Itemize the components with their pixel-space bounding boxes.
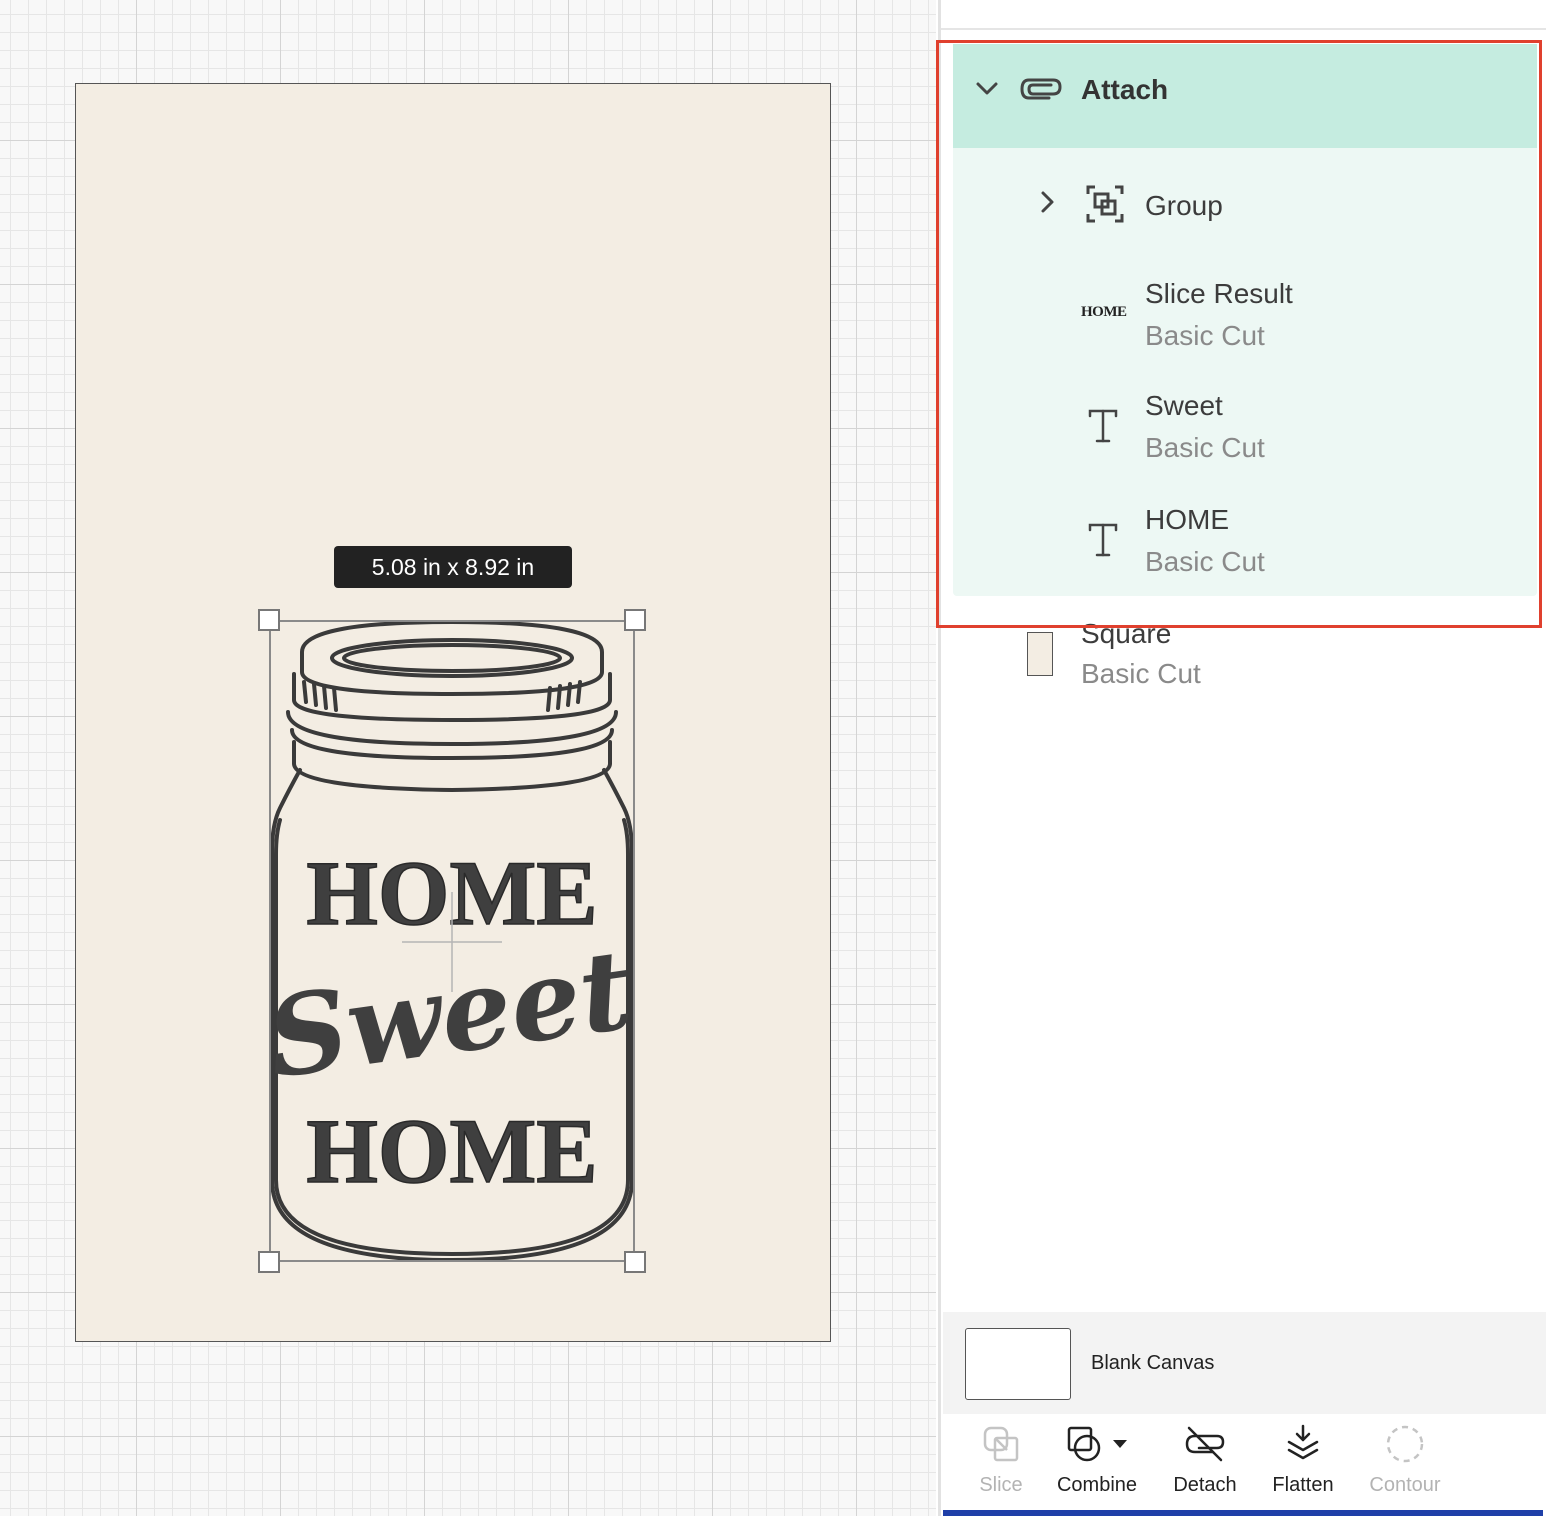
blank-canvas-row[interactable]: Blank Canvas — [943, 1312, 1546, 1414]
attach-icon — [1020, 78, 1062, 100]
contour-label: Contour — [1369, 1474, 1441, 1496]
resize-handle-bottom-left[interactable] — [258, 1251, 280, 1273]
layer-sub-slice-result: Basic Cut — [1145, 320, 1265, 351]
combine-icon — [1067, 1426, 1127, 1462]
layer-label-sweet: Sweet — [1145, 390, 1223, 421]
layer-sub-home: Basic Cut — [1145, 546, 1265, 577]
square-thumbnail — [1027, 632, 1053, 676]
layer-sub-square: Basic Cut — [1081, 658, 1201, 689]
toolbar-accent-bar — [943, 1510, 1543, 1516]
layers-toolbar: Slice Combine Detach Flatten Contour — [943, 1414, 1546, 1516]
layers-panel: Attach Group HOME Slice Result Basic Cut — [938, 0, 1546, 1516]
layer-row-home[interactable]: HOME Basic Cut — [953, 484, 1537, 596]
slice-icon — [983, 1426, 1019, 1462]
resize-handle-top-right[interactable] — [624, 609, 646, 631]
blank-canvas-thumbnail[interactable] — [965, 1328, 1071, 1400]
flatten-icon — [1287, 1424, 1319, 1460]
layer-row-group[interactable]: Group — [953, 148, 1537, 260]
dimension-tooltip: 5.08 in x 8.92 in — [334, 546, 572, 588]
blank-canvas-label: Blank Canvas — [1091, 1352, 1215, 1374]
text-icon — [1088, 523, 1118, 557]
layer-row-slice-result[interactable]: HOME Slice Result Basic Cut — [953, 260, 1537, 372]
attach-layer-row[interactable]: Attach — [953, 44, 1537, 148]
detach-icon — [1185, 1426, 1225, 1462]
combine-button[interactable]: Combine — [1047, 1414, 1147, 1514]
attach-layer-group[interactable]: Attach Group HOME Slice Result Basic Cut — [953, 44, 1537, 596]
flatten-label: Flatten — [1272, 1474, 1334, 1496]
chevron-down-icon[interactable] — [975, 80, 999, 98]
combine-label: Combine — [1056, 1474, 1138, 1496]
selection-bounding-box[interactable] — [269, 620, 635, 1262]
layer-label-square: Square — [1081, 618, 1172, 649]
contour-icon — [1386, 1425, 1424, 1463]
flatten-button[interactable]: Flatten — [1253, 1414, 1353, 1514]
attach-label: Attach — [1081, 74, 1169, 105]
text-icon — [1088, 409, 1118, 443]
layer-label-home: HOME — [1145, 504, 1229, 535]
slice-result-thumbnail: HOME — [1081, 304, 1127, 320]
layer-label-group: Group — [1145, 190, 1223, 221]
detach-button[interactable]: Detach — [1155, 1414, 1255, 1514]
resize-handle-top-left[interactable] — [258, 609, 280, 631]
layer-sub-sweet: Basic Cut — [1145, 432, 1265, 463]
panel-divider — [941, 28, 1546, 30]
slice-label: Slice — [979, 1474, 1023, 1496]
chevron-right-icon[interactable] — [1039, 190, 1057, 214]
detach-label: Detach — [1173, 1474, 1237, 1496]
resize-handle-bottom-right[interactable] — [624, 1251, 646, 1273]
slice-button[interactable]: Slice — [951, 1414, 1051, 1514]
group-icon — [1086, 185, 1124, 223]
layer-row-square[interactable]: Square Basic Cut — [941, 618, 1545, 708]
layer-row-sweet[interactable]: Sweet Basic Cut — [953, 372, 1537, 484]
layer-label-slice-result: Slice Result — [1145, 278, 1293, 309]
contour-button[interactable]: Contour — [1355, 1414, 1455, 1514]
design-canvas[interactable]: 5.08 in x 8.92 in HOME Sweet HOME — [0, 0, 936, 1516]
